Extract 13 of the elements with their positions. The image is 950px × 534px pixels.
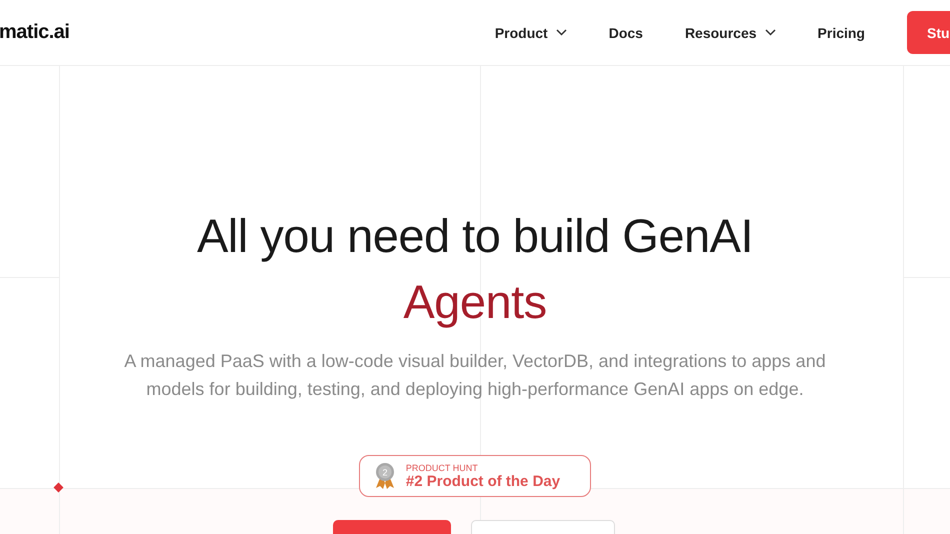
nav-link[interactable]: Product bbox=[494, 24, 567, 40]
logo[interactable]: matic.ai bbox=[0, 21, 70, 44]
nav-link[interactable]: Docs bbox=[608, 24, 643, 40]
hero-title: All you need to build GenAI Agents bbox=[196, 208, 754, 330]
chevron-down-icon bbox=[764, 29, 776, 36]
cta-button[interactable]: Stu bbox=[907, 11, 950, 54]
nav-link[interactable]: Pricing bbox=[818, 24, 865, 40]
badge-eyebrow: PRODUCT HUNT bbox=[406, 462, 479, 472]
hero-subtitle: A managed PaaS with a low-code visual builder, VectorDB, and integrations to apps and models for building, testing, and deploying high-performance GenAI apps on edge. bbox=[123, 350, 827, 401]
chevron-down-icon bbox=[556, 29, 567, 36]
badge-text: #2 Product of the Day bbox=[406, 472, 560, 490]
product-hunt-badge[interactable]: 2 PRODUCT HUNT #2 Product of the Day bbox=[358, 455, 592, 497]
nav-link[interactable]: Resources bbox=[684, 24, 776, 40]
